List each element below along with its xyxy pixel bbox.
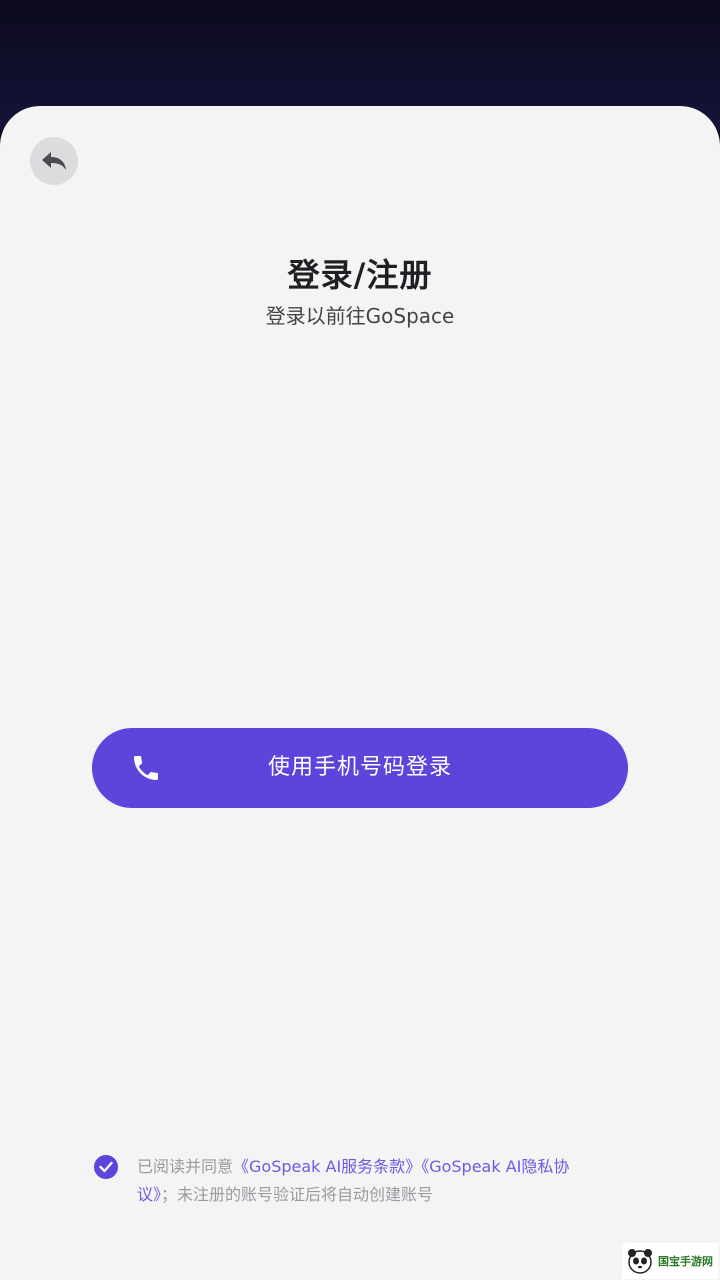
agreement-prefix: 已阅读并同意 bbox=[137, 1157, 234, 1176]
back-arrow-icon bbox=[42, 152, 66, 170]
watermark-logo: 国宝手游网 bbox=[622, 1243, 718, 1279]
checkmark-icon bbox=[99, 1161, 113, 1173]
agreement-text: 已阅读并同意《GoSpeak AI服务条款》《GoSpeak AI隐私协议》；未… bbox=[137, 1153, 607, 1209]
agreement-checkbox[interactable] bbox=[94, 1155, 118, 1179]
terms-link[interactable]: 《GoSpeak AI服务条款》 bbox=[233, 1157, 421, 1176]
agreement-suffix: ；未注册的账号验证后将自动创建账号 bbox=[161, 1185, 434, 1204]
watermark-text: 国宝手游网 bbox=[658, 1255, 713, 1268]
page-title: 登录/注册 bbox=[287, 256, 433, 294]
phone-login-label: 使用手机号码登录 bbox=[267, 755, 452, 780]
page-subtitle: 登录以前往GoSpace bbox=[265, 304, 455, 328]
phone-login-button[interactable]: 使用手机号码登录 bbox=[92, 728, 628, 808]
back-button[interactable] bbox=[30, 137, 78, 185]
panda-icon bbox=[628, 1249, 652, 1274]
